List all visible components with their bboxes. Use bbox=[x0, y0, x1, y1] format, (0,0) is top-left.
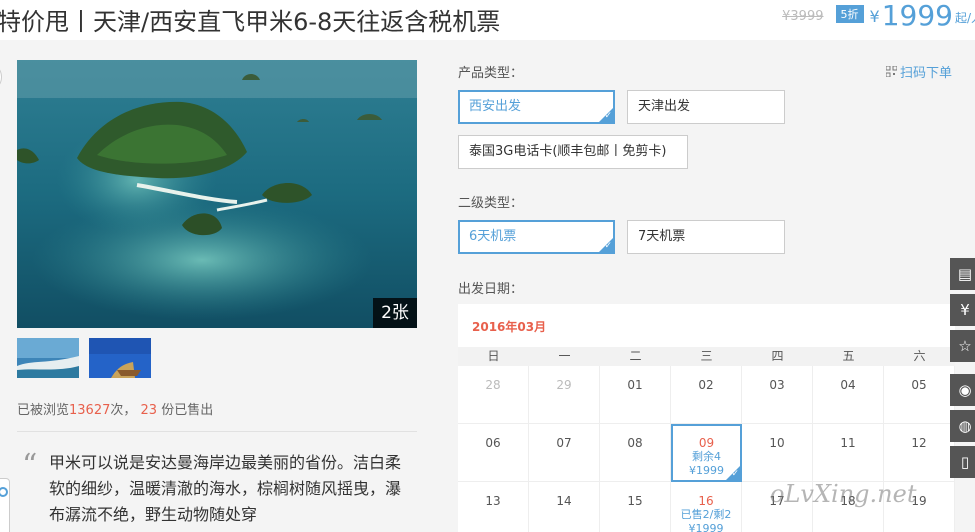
scan-order-link[interactable]: 扫码下单 bbox=[886, 62, 952, 81]
side-tab[interactable] bbox=[0, 478, 10, 532]
thumbnail-1[interactable] bbox=[17, 338, 79, 378]
calendar-day: 02 bbox=[671, 366, 742, 424]
calendar-day: 28 bbox=[458, 366, 529, 424]
sale-price: 1999 bbox=[881, 0, 953, 32]
product-type-label: 产品类型： bbox=[458, 66, 524, 81]
thumbnail-image bbox=[89, 338, 151, 378]
view-stats: 已被浏览13627次， 23 份已售出 bbox=[17, 403, 214, 418]
star-icon[interactable]: ☆ bbox=[950, 330, 975, 362]
check-icon: ✓ bbox=[604, 241, 612, 251]
price-unit: 起/人 bbox=[954, 11, 975, 25]
header: 特价甩丨天津/西安直飞甲米6-8天往返含税机票 ¥3999 5折 ¥ 1999 … bbox=[0, 0, 975, 40]
calendar-day: 14 bbox=[529, 482, 600, 532]
calendar-day-available[interactable]: 16 已售2/剩2 ¥1999 bbox=[671, 482, 742, 532]
calendar-day: 01 bbox=[600, 366, 671, 424]
calendar-day: 12 bbox=[884, 424, 955, 482]
sold-remaining: 已售2/剩2 bbox=[680, 508, 732, 521]
original-price: ¥3999 bbox=[782, 9, 824, 24]
calendar-day: 10 bbox=[742, 424, 813, 482]
calendar-day: 15 bbox=[600, 482, 671, 532]
option-xian-departure[interactable]: 西安出发 ✓ bbox=[458, 90, 615, 124]
calendar-month: 2016年03月 bbox=[472, 320, 547, 334]
remaining-seats: 剩余4 bbox=[692, 450, 721, 463]
qr-code-icon bbox=[886, 66, 897, 77]
photo-count-badge[interactable]: 2张 bbox=[373, 298, 417, 328]
option-6-day-ticket[interactable]: 6天机票 ✓ bbox=[458, 220, 615, 254]
island-photo bbox=[17, 60, 417, 328]
calendar-day: 06 bbox=[458, 424, 529, 482]
option-sim-card[interactable]: 泰国3G电话卡(顺丰包邮丨免剪卡) bbox=[458, 135, 688, 169]
weibo-icon[interactable]: ◉ bbox=[950, 374, 975, 406]
info-icon bbox=[0, 487, 8, 497]
quote-icon: “ bbox=[22, 448, 38, 483]
calendar-day: 08 bbox=[600, 424, 671, 482]
option-7-day-ticket[interactable]: 7天机票 bbox=[627, 220, 785, 254]
currency-symbol: ¥ bbox=[869, 7, 880, 26]
clipboard-icon[interactable]: ▤ bbox=[950, 258, 975, 290]
check-icon: ✓ bbox=[604, 111, 612, 121]
calendar-day: 29 bbox=[529, 366, 600, 424]
discount-badge: 5折 bbox=[835, 5, 864, 23]
day-price: ¥1999 bbox=[688, 522, 724, 532]
departure-date-label: 出发日期： bbox=[458, 282, 524, 297]
calendar-weekdays: 日 一 二 三 四 五 六 bbox=[458, 347, 955, 366]
price-box: ¥3999 5折 ¥ 1999 起/人 bbox=[782, 0, 975, 32]
yen-icon[interactable]: ¥ bbox=[950, 294, 975, 326]
calendar-day-selected[interactable]: 09 剩余4 ¥1999 ✓ bbox=[671, 424, 742, 482]
calendar-day: 13 bbox=[458, 482, 529, 532]
phone-icon[interactable]: ▯ bbox=[950, 446, 975, 478]
calendar-day: 04 bbox=[813, 366, 884, 424]
main-photo[interactable]: 2张 bbox=[17, 60, 417, 328]
calendar-day: 03 bbox=[742, 366, 813, 424]
calendar-day: 11 bbox=[813, 424, 884, 482]
sold-count: 23 bbox=[140, 403, 158, 418]
thumbnail-image bbox=[17, 338, 79, 378]
calendar-day: 07 bbox=[529, 424, 600, 482]
thumbnail-2[interactable] bbox=[89, 338, 151, 378]
watermark: oLvXing.net bbox=[770, 480, 917, 508]
divider bbox=[17, 431, 417, 432]
product-description: 甲米可以说是安达曼海岸边最美丽的省份。洁白柔软的细纱，温暖清澈的海水，棕榈树随风… bbox=[49, 453, 402, 524]
prev-page-button[interactable] bbox=[0, 62, 2, 92]
option-tianjin-departure[interactable]: 天津出发 bbox=[627, 90, 785, 124]
check-icon: ✓ bbox=[731, 469, 739, 479]
sub-type-label: 二级类型： bbox=[458, 196, 524, 211]
calendar-day: 05 bbox=[884, 366, 955, 424]
wechat-icon[interactable]: ◍ bbox=[950, 410, 975, 442]
view-count: 13627 bbox=[69, 403, 111, 418]
page-title: 特价甩丨天津/西安直飞甲米6-8天往返含税机票 bbox=[0, 8, 501, 36]
